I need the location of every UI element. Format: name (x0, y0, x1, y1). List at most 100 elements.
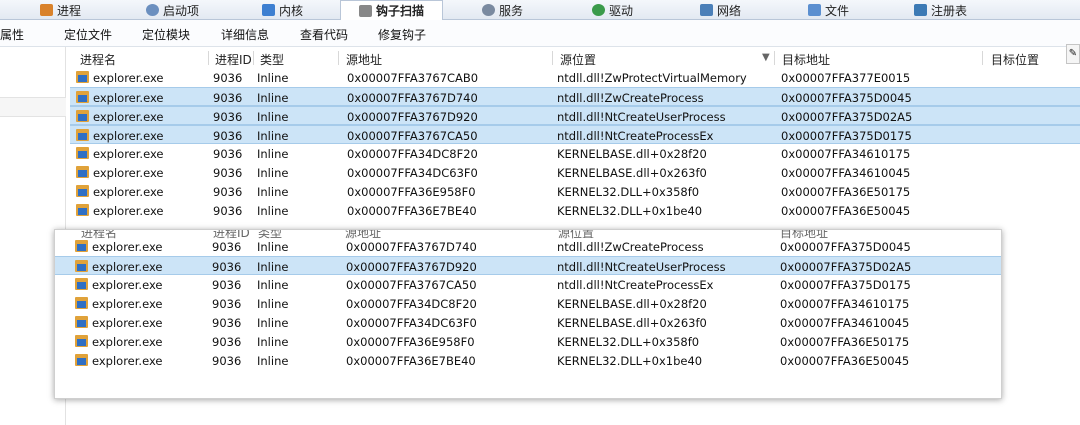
left-panel-item[interactable] (0, 97, 66, 117)
cell-process-name: explorer.exe (92, 316, 163, 330)
executable-icon (75, 354, 88, 366)
column-separator[interactable] (338, 51, 339, 65)
col-pid[interactable]: 进程ID (215, 51, 252, 68)
column-separator[interactable] (253, 51, 254, 65)
table-row[interactable]: explorer.exe 9036 Inline 0x00007FFA3767CA50… (70, 125, 1080, 144)
cell-process-name: explorer.exe (93, 147, 164, 161)
table-row[interactable]: explorer.exe 9036 Inline 0x00007FFA34DC8F20… (70, 144, 1080, 163)
cell-source-location: KERNELBASE.dll+0x28f20 (557, 297, 707, 311)
col-type[interactable]: 类型 (260, 51, 284, 68)
cell-target-address: 0x00007FFA34610045 (781, 166, 911, 180)
cell-pid: 9036 (213, 110, 243, 124)
view-code-button[interactable]: 查看代码 (300, 26, 348, 43)
tab-file[interactable]: 文件 (808, 0, 849, 20)
cell-target-address: 0x00007FFA377E0015 (781, 71, 911, 85)
column-separator[interactable] (552, 51, 553, 65)
cell-source-address: 0x00007FFA3767CAB0 (347, 71, 479, 85)
tab-service[interactable]: 服务 (482, 0, 523, 20)
table-row[interactable]: explorer.exe 9036 Inline 0x00007FFA3767D920… (55, 256, 1001, 275)
sort-down-icon[interactable]: ▼ (762, 52, 770, 63)
table-row[interactable]: explorer.exe 9036 Inline 0x00007FFA36E7BE40… (70, 201, 1080, 220)
repair-hook-button[interactable]: 修复钩子 (378, 26, 426, 43)
cell-pid: 9036 (213, 91, 243, 105)
table-row[interactable]: explorer.exe 9036 Inline 0x00007FFA36E958F0… (70, 182, 1080, 201)
cell-type: Inline (257, 354, 289, 368)
cell-target-address: 0x00007FFA36E50175 (780, 335, 910, 349)
executable-icon (75, 297, 88, 309)
kernel-icon (262, 4, 275, 16)
executable-icon (76, 71, 89, 83)
col-source-location[interactable]: 源位置 (560, 51, 596, 68)
cell-target-address: 0x00007FFA36E50175 (781, 185, 911, 199)
tab-label: 注册表 (931, 3, 968, 18)
cell-source-location: KERNELBASE.dll+0x263f0 (557, 316, 707, 330)
cell-type: Inline (257, 110, 289, 124)
table-row[interactable]: explorer.exe 9036 Inline 0x00007FFA34DC63F0… (55, 313, 1001, 332)
table-row[interactable]: explorer.exe 9036 Inline 0x00007FFA36E958F0… (55, 332, 1001, 351)
tab-kernel[interactable]: 内核 (262, 0, 303, 20)
hook-table: 进程名 进程ID 类型 源地址 源位置 ▼ 目标地址 目标位置 explorer… (70, 47, 1080, 227)
col-source-address[interactable]: 源地址 (346, 51, 382, 68)
table-row[interactable]: explorer.exe 9036 Inline 0x00007FFA3767D740… (70, 87, 1080, 106)
cell-pid: 9036 (212, 240, 242, 254)
details-button[interactable]: 详细信息 (221, 26, 269, 43)
tab-driver[interactable]: 驱动 (592, 0, 633, 20)
table-row[interactable]: explorer.exe 9036 Inline 0x00007FFA34DC8F20… (55, 294, 1001, 313)
cell-type: Inline (257, 91, 289, 105)
cell-pid: 9036 (213, 147, 243, 161)
tab-startup[interactable]: 启动项 (146, 0, 199, 20)
cell-type: Inline (257, 278, 289, 292)
column-separator[interactable] (774, 51, 775, 65)
startup-icon (146, 4, 159, 16)
cell-type: Inline (257, 129, 289, 143)
executable-icon (76, 129, 89, 141)
col-target-address[interactable]: 目标地址 (782, 51, 830, 68)
properties-label[interactable]: 属性 (0, 26, 24, 43)
cell-source-location: KERNEL32.DLL+0x1be40 (557, 204, 703, 218)
cell-pid: 9036 (212, 260, 242, 274)
cell-source-address: 0x00007FFA3767CA50 (347, 129, 478, 143)
column-separator[interactable] (208, 51, 209, 65)
table-row[interactable]: explorer.exe 9036 Inline 0x00007FFA3767D740… (55, 237, 1001, 256)
cell-source-location: ntdll.dll!ZwCreateProcess (557, 240, 704, 254)
cell-source-address: 0x00007FFA3767D740 (347, 91, 478, 105)
column-separator[interactable] (982, 51, 983, 65)
table-row[interactable]: explorer.exe 9036 Inline 0x00007FFA34DC63F0… (70, 163, 1080, 182)
col-process-name[interactable]: 进程名 (80, 51, 116, 68)
tab-hook-scan[interactable]: 钩子扫描 (340, 0, 444, 21)
cell-process-name: explorer.exe (92, 260, 163, 274)
tab-label: 钩子扫描 (376, 4, 425, 18)
executable-icon (75, 316, 88, 328)
col-target-location[interactable]: 目标位置 (991, 51, 1039, 68)
table-row[interactable]: explorer.exe 9036 Inline 0x00007FFA3767CAB0… (70, 68, 1080, 87)
cell-process-name: explorer.exe (93, 185, 164, 199)
cell-source-address: 0x00007FFA36E958F0 (347, 185, 476, 199)
locate-module-button[interactable]: 定位模块 (142, 26, 190, 43)
cell-target-address: 0x00007FFA36E50045 (780, 354, 910, 368)
cell-pid: 9036 (213, 166, 243, 180)
cell-pid: 9036 (212, 297, 242, 311)
table-row[interactable]: explorer.exe 9036 Inline 0x00007FFA3767D920… (70, 106, 1080, 125)
cell-source-location: ntdll.dll!ZwCreateProcess (557, 91, 704, 105)
tab-process[interactable]: 进程 (40, 0, 81, 20)
cell-process-name: explorer.exe (93, 71, 164, 85)
tab-label: 文件 (825, 3, 850, 18)
table-row[interactable]: explorer.exe 9036 Inline 0x00007FFA36E7BE40… (55, 351, 1001, 370)
driver-icon (592, 4, 605, 16)
cell-process-name: explorer.exe (93, 129, 164, 143)
tab-registry[interactable]: 注册表 (914, 0, 967, 20)
cell-type: Inline (257, 316, 289, 330)
executable-icon (76, 110, 89, 122)
cell-source-address: 0x00007FFA3767CA50 (346, 278, 477, 292)
table-row[interactable]: explorer.exe 9036 Inline 0x00007FFA3767CA50… (55, 275, 1001, 294)
cell-source-location: ntdll.dll!NtCreateProcessEx (557, 129, 714, 143)
overlay-table-popup[interactable]: 进程名 进程ID 类型 源地址 源位置 目标地址 explorer.exe 903… (54, 229, 1002, 399)
cell-pid: 9036 (213, 204, 243, 218)
cell-type: Inline (257, 185, 289, 199)
cell-pid: 9036 (212, 278, 242, 292)
cell-target-address: 0x00007FFA375D0175 (781, 129, 912, 143)
cell-type: Inline (257, 147, 289, 161)
cell-pid: 9036 (212, 354, 242, 368)
tab-network[interactable]: 网络 (700, 0, 741, 20)
locate-file-button[interactable]: 定位文件 (64, 26, 112, 43)
